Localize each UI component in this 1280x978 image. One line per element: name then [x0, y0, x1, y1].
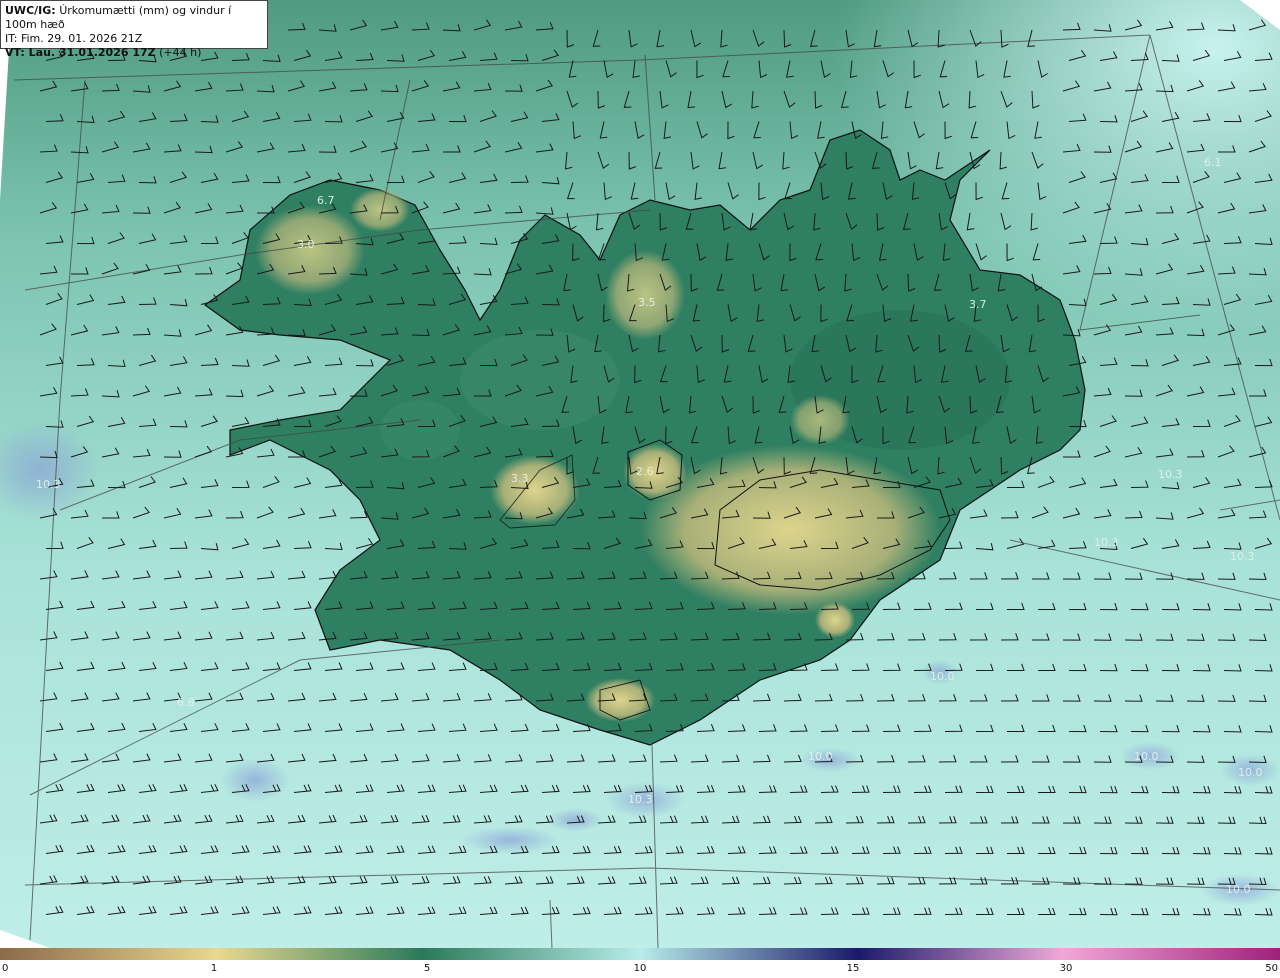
forecast-offset: (+44 h) — [159, 46, 202, 59]
map-label: 2.6 — [636, 465, 654, 478]
map-label: 10.0 — [930, 670, 955, 683]
map-label: 3.5 — [638, 296, 656, 309]
colorbar-label: 5 — [423, 963, 431, 974]
map-label: 10.0 — [1134, 750, 1159, 763]
colorbar-label: 30 — [1059, 963, 1073, 974]
model-name: UWC/IG: — [5, 4, 56, 17]
colorbar-label: 0 — [2, 963, 9, 974]
map-label: 3.0 — [297, 238, 315, 251]
colorbar-label: 10 — [633, 963, 647, 974]
init-time: IT: Fim. 29. 01. 2026 21Z — [5, 32, 143, 45]
map-label: 10.3 — [1230, 550, 1255, 563]
colorbar-label: 1 — [210, 963, 218, 974]
map-label: 10.3 — [1094, 536, 1119, 549]
map-label: 10.0 — [808, 750, 833, 763]
colorbar-label: 50 — [1265, 963, 1278, 974]
map-label: 3.3 — [511, 472, 529, 485]
map-title-box: UWC/IG: Úrkomumætti (mm) og vindur í 100… — [0, 0, 268, 59]
map-label: 10.0 — [1226, 883, 1251, 896]
valid-time: VT: Lau. 31.01.2026 17Z — [5, 46, 156, 59]
map-label: 6.8 — [177, 696, 195, 709]
map-label: 6.1 — [1204, 156, 1222, 169]
precipitable-water-map: 6.7 3.0 3.5 3.7 6.1 2.6 3.3 10.3 10.3 6.… — [0, 0, 1280, 948]
colorbar: 0 1 5 10 15 30 50 — [0, 948, 1280, 978]
map-label: 10.3 — [628, 793, 653, 806]
map-label: 10.3 — [36, 478, 61, 491]
map-label: 10.3 — [1158, 468, 1183, 481]
map-label: 10.0 — [1238, 766, 1263, 779]
map-label: 3.7 — [969, 298, 987, 311]
map-label: 6.7 — [317, 194, 335, 207]
colorbar-strip — [0, 948, 1280, 960]
colorbar-label: 15 — [846, 963, 860, 974]
